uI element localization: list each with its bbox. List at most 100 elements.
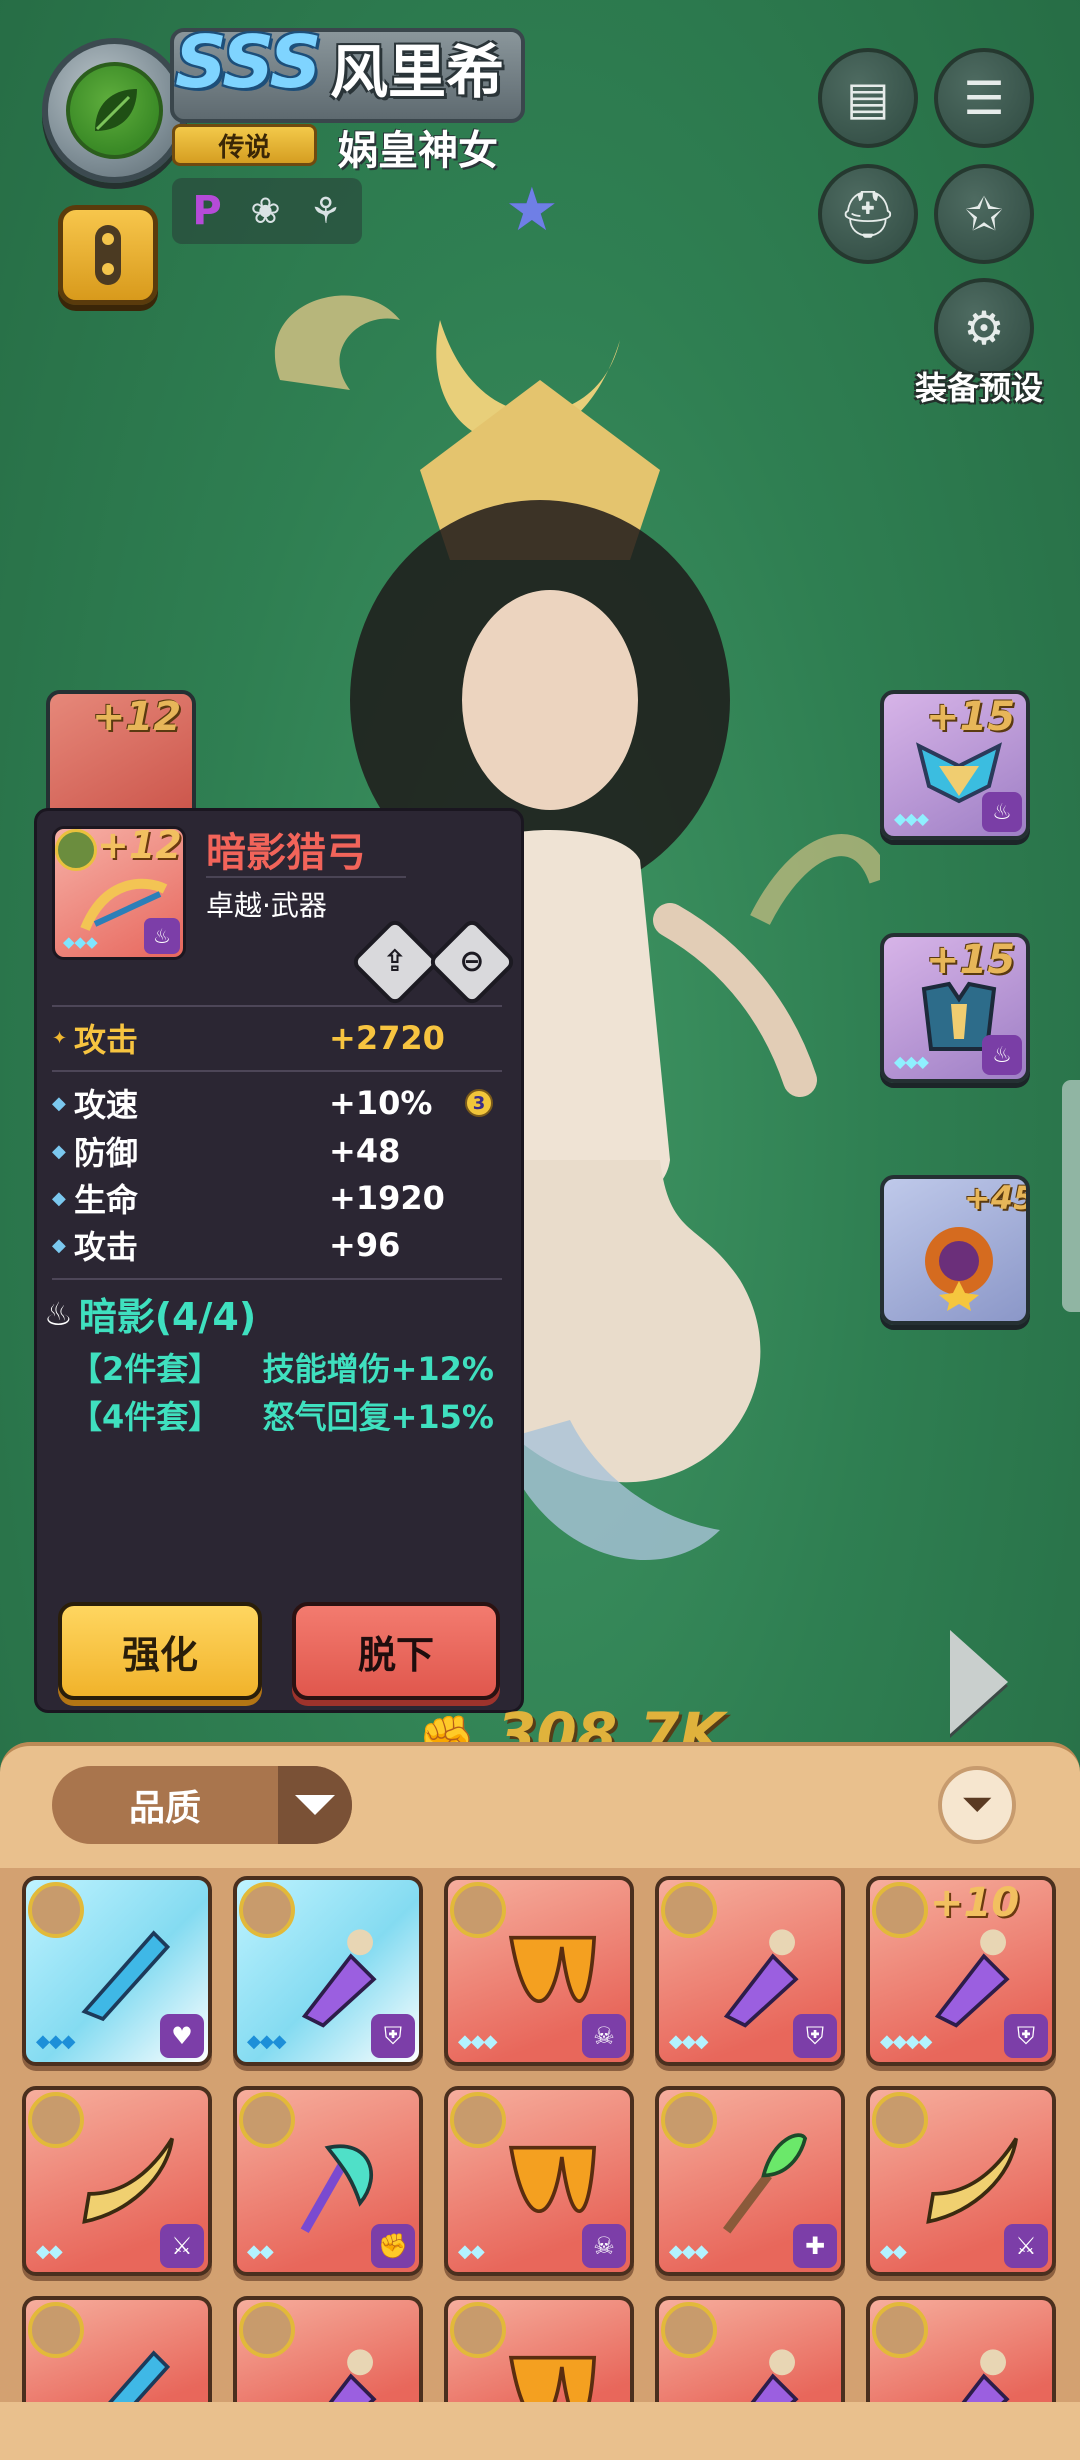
set-pieces: 【4件套】 bbox=[70, 1398, 221, 1436]
set-title: ♨ 暗影(4/4) bbox=[44, 1286, 256, 1341]
gem-icon: ◆◆◆ bbox=[894, 809, 929, 828]
armor-gear-icon: ⚙ bbox=[963, 301, 1005, 355]
owner-avatar bbox=[55, 829, 97, 871]
inventory-item-card[interactable]: ◆◆ ✊ bbox=[233, 2086, 423, 2276]
flame-orb-icon bbox=[925, 1227, 993, 1311]
gem-icon: ◆◆◆ bbox=[458, 2031, 498, 2052]
diamond-bullet-icon: ◆ bbox=[52, 1092, 66, 1114]
class-type-icon: ✚ bbox=[793, 2224, 837, 2268]
inventory-item-card[interactable]: +10 ◆◆◆◆ ⛨ bbox=[866, 1876, 1056, 2066]
accessory-slot[interactable]: +45 bbox=[880, 1175, 1030, 1325]
sub-stat-row: ◆ 防御 +48 bbox=[52, 1128, 502, 1174]
inventory-item-card[interactable]: ◆◆ ☠ bbox=[444, 2086, 634, 2276]
class-type-icon: ⚔ bbox=[1004, 2224, 1048, 2268]
slot-level: +12 bbox=[92, 694, 182, 740]
divider bbox=[52, 1070, 502, 1072]
inventory-item-card[interactable]: ◆◆◆ ⛨ bbox=[655, 1876, 845, 2066]
fire-icon: ♨ bbox=[982, 1035, 1022, 1075]
armor-slot[interactable]: +15 ◆◆◆ ♨ bbox=[880, 933, 1030, 1083]
inventory-item-card[interactable]: ◆◆◆ ⛨ bbox=[233, 1876, 423, 2066]
main-stat-row: ✦ 攻击 +2720 bbox=[52, 1015, 502, 1061]
inventory-item-card[interactable]: ◆◆◆ ✚ bbox=[655, 2086, 845, 2276]
helmet-swap-button[interactable]: ⛑ bbox=[818, 164, 918, 264]
gem-icon: ◆◆◆◆ bbox=[880, 2031, 932, 2052]
equipment-art-icon bbox=[300, 2144, 373, 2234]
set-effect: 技能增伤+12% bbox=[262, 1350, 494, 1388]
set-name: 暗影(4/4) bbox=[78, 1295, 257, 1339]
gem-icon: ◆◆ bbox=[458, 2241, 485, 2262]
class-type-icon: ☠ bbox=[582, 2224, 626, 2268]
item-level: +10 bbox=[930, 1880, 1020, 1926]
sub-stat-label: 攻速 bbox=[74, 1086, 139, 1124]
inventory-item-card[interactable]: ◆◆ ⚔ bbox=[866, 2086, 1056, 2276]
star-bullet-icon: ✦ bbox=[52, 1027, 68, 1049]
sub-stat-row: ◆ 攻击 +96 bbox=[52, 1222, 502, 1268]
equipment-art-icon bbox=[926, 2137, 1018, 2224]
filter-button[interactable]: ⏷ bbox=[938, 1766, 1016, 1844]
equipment-art-icon bbox=[934, 1929, 1010, 2028]
list-icon: ☰ bbox=[963, 71, 1005, 125]
sub-stat-value: +48 bbox=[329, 1132, 401, 1170]
item-thumbnail: +12 ◆◆◆ ♨ bbox=[52, 826, 186, 960]
hero-grade: SSS bbox=[175, 20, 321, 104]
item-type: 卓越·武器 bbox=[206, 876, 406, 924]
upgrade-count-badge: 3 bbox=[465, 1089, 493, 1117]
inventory-item-card[interactable]: ◆◆◆ ☠ bbox=[444, 1876, 634, 2066]
equipment-art-icon bbox=[81, 1930, 171, 2022]
gem-icon: ◆◆◆ bbox=[669, 2241, 709, 2262]
set-effect: 怒气回复+15% bbox=[262, 1398, 494, 1436]
gem-icon: ◆◆ bbox=[36, 2241, 63, 2262]
helmet-slot[interactable]: +15 ◆◆◆ ♨ bbox=[880, 690, 1030, 840]
sort-dropdown[interactable]: 品质 bbox=[52, 1766, 352, 1844]
leaf-icon bbox=[66, 62, 163, 159]
class-type-icon: ☠ bbox=[582, 2014, 626, 2058]
sub-stat-label: 攻击 bbox=[74, 1228, 139, 1266]
inventory-item-card[interactable]: ◆◆ ⚔ bbox=[22, 2086, 212, 2276]
set-pieces: 【2件套】 bbox=[70, 1350, 221, 1388]
set-bonus-row: 【2件套】 技能增伤+12% bbox=[70, 1344, 494, 1390]
fire-icon: ♨ bbox=[144, 918, 180, 954]
scroll-handle[interactable] bbox=[1062, 1080, 1080, 1312]
book-icon: ▤ bbox=[846, 71, 890, 125]
equipment-art-icon bbox=[723, 1929, 799, 2028]
next-hero-arrow-icon[interactable] bbox=[950, 1630, 1008, 1734]
sort-label: 品质 bbox=[128, 1788, 201, 1829]
main-stat-label: 攻击 bbox=[74, 1021, 139, 1059]
gem-icon: ◆◆◆ bbox=[36, 2031, 76, 2052]
equipment-art-icon bbox=[508, 2145, 597, 2213]
gem-icon: ◆◆ bbox=[880, 2241, 907, 2262]
equipment-art-icon bbox=[508, 1935, 597, 2003]
set-bonus-row: 【4件套】 怒气回复+15% bbox=[70, 1392, 494, 1438]
share-icon: ⇪ bbox=[382, 944, 408, 979]
hero-name: 风里希 bbox=[330, 38, 505, 106]
star-swap-icon: ✩ bbox=[964, 187, 1004, 241]
diamond-bullet-icon: ◆ bbox=[52, 1187, 66, 1209]
divider bbox=[52, 1005, 502, 1007]
equipment-art-icon bbox=[301, 1929, 377, 2028]
star-swap-button[interactable]: ✩ bbox=[934, 164, 1034, 264]
sub-stat-label: 防御 bbox=[74, 1134, 139, 1172]
sub-stat-row: ◆ 生命 +1920 bbox=[52, 1175, 502, 1221]
inventory-item-card[interactable]: ◆◆◆ ♥ bbox=[22, 1876, 212, 2066]
slot-level: +15 bbox=[926, 937, 1016, 983]
book-button[interactable]: ▤ bbox=[818, 48, 918, 148]
diamond-bullet-icon: ◆ bbox=[52, 1140, 66, 1162]
equipment-art-icon bbox=[82, 2137, 174, 2224]
class-type-icon: ⚔ bbox=[160, 2224, 204, 2268]
hero-tags[interactable]: P ❀ ⚘ bbox=[172, 178, 362, 244]
faction-icon: P bbox=[192, 188, 222, 234]
unlock-icon: ⊖ bbox=[459, 944, 485, 979]
fire-icon: ♨ bbox=[982, 792, 1022, 832]
role-icon: ❀ bbox=[250, 190, 281, 232]
class-type-icon: ✊ bbox=[371, 2224, 415, 2268]
info-button[interactable] bbox=[58, 205, 158, 305]
sub-stat-value: +96 bbox=[329, 1226, 401, 1264]
equipment-preset-label: 装备预设 bbox=[915, 369, 1044, 407]
enhance-button[interactable]: 强化 bbox=[58, 1602, 262, 1700]
item-level: +12 bbox=[97, 826, 182, 867]
inventory-bottom-edge bbox=[0, 2402, 1080, 2460]
list-button[interactable]: ☰ bbox=[934, 48, 1034, 148]
unequip-button[interactable]: 脱下 bbox=[292, 1602, 500, 1700]
exclamation-icon bbox=[95, 225, 121, 285]
helmet-swap-icon: ⛑ bbox=[838, 186, 898, 241]
